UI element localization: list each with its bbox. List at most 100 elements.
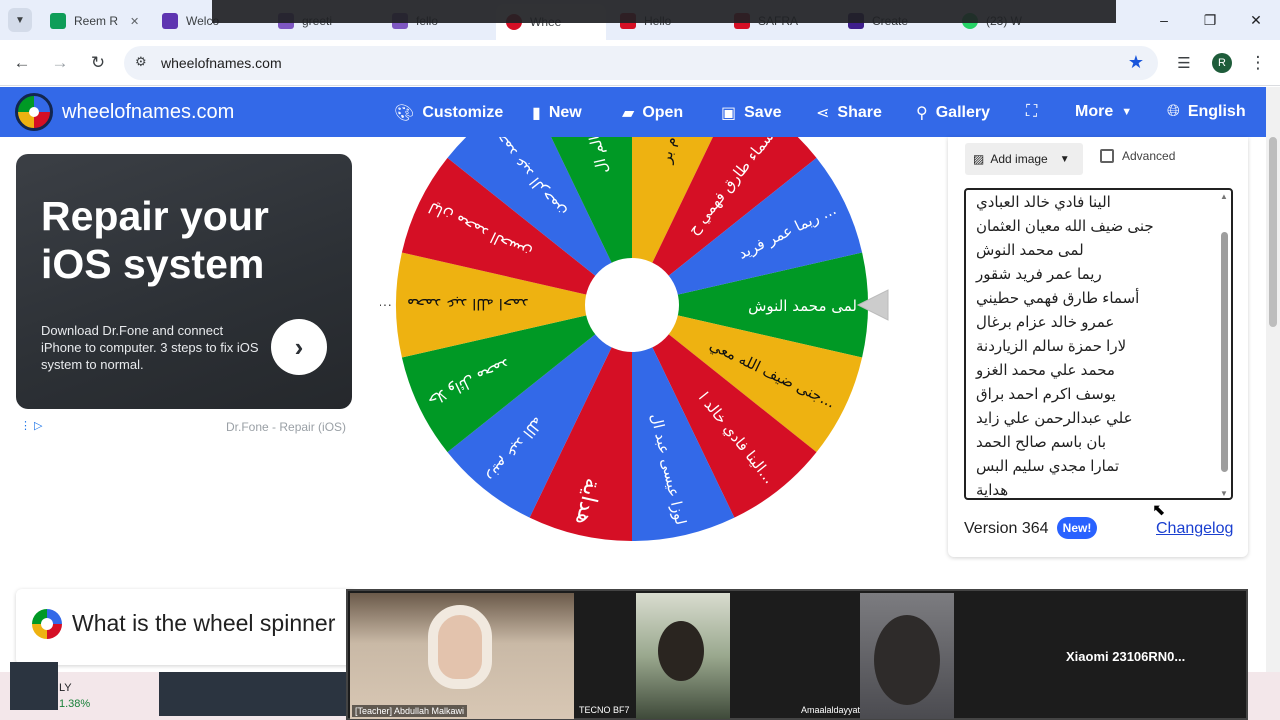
wheel-logo-icon: [32, 609, 62, 639]
share-icon: ⋖: [816, 105, 830, 122]
entry-line[interactable]: الينا فادي خالد العبادي: [976, 193, 1216, 217]
entry-line[interactable]: يوسف اكرم احمد براق: [976, 385, 1216, 409]
screen-share-overlay: [212, 0, 1116, 23]
sheets-icon: [50, 13, 66, 29]
entry-line[interactable]: أسماء طارق فهمي حطيني: [976, 289, 1216, 313]
close-window-button[interactable]: ✕: [1244, 8, 1268, 32]
file-icon: ▮: [532, 105, 541, 122]
url-text[interactable]: wheelofnames.com: [161, 55, 282, 71]
close-icon[interactable]: ✕: [130, 15, 139, 28]
minimize-button[interactable]: –: [1152, 8, 1176, 32]
entry-line[interactable]: ريما عمر فريد شقور: [976, 265, 1216, 289]
participant-video[interactable]: [860, 593, 954, 719]
menu-more[interactable]: More ▼: [1075, 103, 1132, 121]
participant-face: [874, 615, 940, 705]
checkbox-icon[interactable]: [1100, 149, 1114, 163]
entry-line[interactable]: لمى محمد النوش: [976, 241, 1216, 265]
taskbar-app-area: [159, 672, 347, 716]
browser-toolbar: ← → ↻ ⚙ wheelofnames.com ★ ☰ R ⋮: [0, 40, 1280, 86]
mouse-cursor-icon: ⬉: [1152, 502, 1166, 519]
participant-name: Amaalaldayyat: [801, 705, 861, 715]
page-scrollbar[interactable]: [1266, 87, 1280, 672]
site-logo[interactable]: [15, 93, 53, 131]
address-bar[interactable]: ⚙ wheelofnames.com ★: [124, 46, 1158, 80]
participant-name: [Teacher] Abdullah Malkawi: [352, 705, 468, 717]
ad-title: Repair your iOS system: [41, 193, 269, 287]
site-header: wheelofnames.com 🎨︎ Customize ▮ New ▰ Open …: [0, 87, 1266, 137]
entry-line[interactable]: بان باسم صالح الحمد: [976, 433, 1216, 457]
entries-scrollbar[interactable]: ▲ ▼: [1220, 192, 1229, 498]
wheel-segment-label: محمد عبد الله احمد: [407, 295, 529, 313]
entry-line[interactable]: عمرو خالد عزام برغال: [976, 313, 1216, 337]
reload-button[interactable]: ↻: [85, 50, 111, 76]
participant-face: [428, 605, 492, 689]
search-icon: ⚲: [916, 105, 928, 122]
stock-change[interactable]: 1.38%: [59, 698, 90, 710]
menu-new[interactable]: ▮ New: [532, 103, 582, 123]
name-wheel[interactable]: لمى محمد النوشجنى ضيف الله معي...الينا ف…: [380, 137, 900, 557]
ad-choices-icon[interactable]: ⋮ ▷: [20, 419, 43, 432]
ad-attribution[interactable]: Dr.Fone - Repair (iOS): [226, 420, 346, 434]
wheel-segment-label: لمى محمد النوش: [748, 297, 857, 315]
reload-icon: ↻: [90, 53, 106, 72]
entry-line[interactable]: علي عبدالرحمن علي زايد: [976, 409, 1216, 433]
caret-down-icon: ▼: [1059, 153, 1070, 165]
participant-face: [658, 621, 704, 681]
changelog-link[interactable]: Changelog: [1156, 520, 1233, 538]
forward-button[interactable]: →: [47, 50, 73, 76]
scroll-down-icon[interactable]: ▼: [1220, 489, 1228, 498]
menu-fullscreen[interactable]: ⛶: [1026, 103, 1037, 121]
entries-panel: ▨ Add image ▼ Advanced الينا فادي خالد ا…: [948, 137, 1248, 557]
media-controls-button[interactable]: ☰: [1171, 50, 1197, 76]
site-name[interactable]: wheelofnames.com: [62, 101, 234, 124]
scrollbar-thumb[interactable]: [1221, 232, 1228, 472]
overflow-dots: ···: [380, 296, 392, 312]
forms-icon: [162, 13, 178, 29]
menu-open[interactable]: ▰ Open: [622, 103, 683, 123]
entry-line[interactable]: محمد علي محمد الغزو: [976, 361, 1216, 385]
menu-customize[interactable]: 🎨︎ Customize: [394, 103, 503, 123]
browser-menu-button[interactable]: ⋮: [1245, 50, 1271, 76]
entry-line[interactable]: جنى ضيف الله معيان العثمان: [976, 217, 1216, 241]
menu-language[interactable]: 🌐︎ English: [1167, 103, 1246, 121]
participant-video[interactable]: [636, 593, 730, 719]
fullscreen-icon: ⛶: [1026, 103, 1038, 120]
restore-button[interactable]: ❐: [1198, 8, 1222, 32]
browser-tab[interactable]: Reem R ✕: [40, 6, 150, 36]
page-scrollbar-thumb[interactable]: [1269, 137, 1277, 327]
entry-line[interactable]: لارا حمزة سالم الزياردنة: [976, 337, 1216, 361]
tab-search-button[interactable]: ▼: [8, 8, 32, 32]
scroll-up-icon[interactable]: ▲: [1220, 192, 1228, 201]
faq-card: What is the wheel spinner: [16, 589, 356, 665]
menu-share[interactable]: ⋖ Share: [816, 103, 882, 123]
caret-down-icon: ▼: [1121, 106, 1133, 118]
entry-line[interactable]: تمارا مجدي سليم البس: [976, 457, 1216, 481]
participant-video[interactable]: [Teacher] Abdullah Malkawi: [350, 593, 574, 719]
menu-save[interactable]: ▣ Save: [721, 103, 782, 123]
profile-avatar[interactable]: R: [1212, 53, 1232, 73]
wheel-center[interactable]: [585, 258, 679, 352]
version-label: Version 364: [964, 520, 1049, 537]
entries-textarea[interactable]: الينا فادي خالد العبادي جنى ضيف الله معي…: [964, 188, 1233, 500]
ad-next-button[interactable]: ›: [271, 319, 327, 375]
entry-line[interactable]: هداية: [976, 481, 1216, 498]
ad-banner[interactable]: Repair your iOS system Download Dr.Fone …: [16, 154, 352, 409]
menu-gallery[interactable]: ⚲ Gallery: [916, 103, 990, 123]
folder-icon: ▰: [622, 105, 635, 122]
browser-tab-strip: ▼ Reem R✕ Welco greeti fello Whee Hello …: [0, 0, 1280, 40]
arrow-left-icon: ←: [13, 53, 31, 72]
save-icon: ▣: [721, 105, 737, 122]
back-button[interactable]: ←: [9, 50, 35, 76]
new-badge: New!: [1057, 517, 1097, 539]
ad-body: Download Dr.Fone and connect iPhone to c…: [41, 323, 259, 372]
stock-symbol[interactable]: LY: [59, 682, 72, 694]
site-info-icon[interactable]: ⚙: [135, 54, 147, 70]
palette-icon: 🎨︎: [394, 105, 415, 122]
participant-name: Xiaomi 23106RN0...: [1066, 649, 1186, 664]
stock-widget-thumbnail[interactable]: [10, 662, 58, 710]
add-image-button[interactable]: ▨ Add image ▼: [965, 143, 1083, 175]
bookmark-star-icon[interactable]: ★: [1128, 52, 1144, 73]
video-call-strip: [Teacher] Abdullah Malkawi TECNO BF7 Ama…: [346, 589, 1248, 720]
playlist-icon: ☰: [1177, 55, 1191, 72]
advanced-checkbox[interactable]: Advanced: [1100, 149, 1175, 163]
